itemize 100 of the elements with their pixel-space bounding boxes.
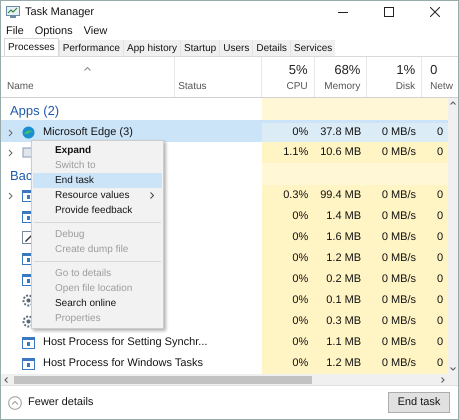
menu-item[interactable]: View xyxy=(84,22,108,40)
cpu-cell: 0% xyxy=(262,123,316,142)
menu-item[interactable]: End task xyxy=(33,173,162,188)
memory-cell: 1.4 MB xyxy=(315,206,368,227)
disk-cell: 0 MB/s xyxy=(368,123,424,142)
usage-cell xyxy=(423,163,448,185)
column-header[interactable]: Disk xyxy=(396,79,416,94)
process-name: Host Process for Windows Tasks xyxy=(43,356,203,372)
usage-percent: 0 xyxy=(430,60,438,78)
window-icon xyxy=(22,336,35,348)
cpu-cell: 0% xyxy=(262,248,316,269)
tab[interactable]: Services xyxy=(290,40,336,56)
disk-cell: 0 MB/s xyxy=(368,142,424,163)
memory-cell: 1.2 MB xyxy=(315,353,368,374)
cpu-cell: 0% xyxy=(262,332,316,353)
tab[interactable]: Performance xyxy=(58,40,123,56)
close-icon xyxy=(430,7,440,17)
network-cell: 0 xyxy=(423,206,448,227)
cpu-cell: 0.3% xyxy=(262,185,316,206)
chevron-right-icon[interactable] xyxy=(8,128,13,136)
usage-percent: 1% xyxy=(396,60,416,78)
group-header: Bac xyxy=(10,169,32,182)
menu-item[interactable]: File xyxy=(6,22,24,40)
cpu-cell: 0% xyxy=(262,290,316,311)
memory-cell: 0.3 MB xyxy=(315,311,368,332)
memory-cell: 0.1 MB xyxy=(315,290,368,311)
chevron-right-icon[interactable] xyxy=(8,192,13,200)
menu-item: Debug xyxy=(54,228,86,242)
cpu-cell: 0% xyxy=(262,227,316,248)
window-icon xyxy=(22,358,35,370)
disk-cell: 0 MB/s xyxy=(368,290,424,311)
group-header: Apps (2) xyxy=(10,104,60,117)
network-cell: 0 xyxy=(423,269,448,290)
disk-cell: 0 MB/s xyxy=(368,227,424,248)
menu-item[interactable]: Provide feedback xyxy=(33,203,162,218)
menu-item: Open file location xyxy=(54,282,134,296)
menu-item[interactable]: Expand xyxy=(33,143,162,158)
tab[interactable]: Startup xyxy=(180,40,220,56)
network-cell: 0 xyxy=(423,123,448,142)
disk-cell: 0 MB/s xyxy=(368,353,424,374)
menu-item: Go to details xyxy=(54,267,112,281)
horizontal-scrollbar[interactable] xyxy=(1,374,458,385)
usage-cell xyxy=(262,163,316,185)
disk-cell: 0 MB/s xyxy=(368,206,424,227)
network-cell: 0 xyxy=(423,227,448,248)
scroll-up-icon[interactable] xyxy=(450,101,456,105)
menu-item: Create dump file xyxy=(54,243,130,257)
cpu-cell: 0% xyxy=(262,311,316,332)
disk-cell: 0 MB/s xyxy=(368,332,424,353)
tab[interactable]: Details xyxy=(252,40,290,56)
menu-item: Properties xyxy=(54,312,102,326)
network-cell: 0 xyxy=(423,353,448,374)
menu-item[interactable]: Options xyxy=(34,22,73,40)
memory-cell: 37.8 MB xyxy=(315,123,368,142)
scroll-right-icon[interactable] xyxy=(441,376,445,382)
column-header[interactable]: Status xyxy=(178,79,207,94)
disk-cell: 0 MB/s xyxy=(368,311,424,332)
network-cell: 0 xyxy=(423,142,448,163)
tab[interactable]: App history xyxy=(122,40,180,56)
tab[interactable]: Processes xyxy=(4,38,59,56)
network-cell: 0 xyxy=(423,311,448,332)
scrollbar-thumb[interactable] xyxy=(14,376,312,384)
scroll-down-icon[interactable] xyxy=(450,367,456,371)
cpu-cell: 0% xyxy=(262,353,316,374)
vertical-scrollbar[interactable] xyxy=(448,98,458,374)
network-cell: 0 xyxy=(423,185,448,206)
column-header[interactable]: CPU xyxy=(286,79,308,94)
menu-item[interactable]: Resource values xyxy=(33,188,162,203)
memory-cell: 1.2 MB xyxy=(315,248,368,269)
usage-percent: 5% xyxy=(288,60,308,78)
disk-cell: 0 MB/s xyxy=(368,185,424,206)
memory-cell: 0.2 MB xyxy=(315,269,368,290)
task-manager-icon xyxy=(6,6,20,18)
memory-cell: 99.4 MB xyxy=(315,185,368,206)
usage-cell xyxy=(423,98,448,120)
collapse-icon[interactable] xyxy=(8,396,22,410)
usage-cell xyxy=(262,98,316,120)
memory-cell: 10.6 MB xyxy=(315,142,368,163)
memory-cell: 1.6 MB xyxy=(315,227,368,248)
cpu-cell: 0% xyxy=(262,269,316,290)
network-cell: 0 xyxy=(423,332,448,353)
column-header[interactable]: Memory xyxy=(324,79,360,94)
menu-item[interactable]: Search online xyxy=(33,296,162,311)
maximize-icon xyxy=(384,7,394,17)
browser-icon xyxy=(22,126,35,139)
end-task-button[interactable]: End task xyxy=(388,392,450,413)
memory-cell: 1.1 MB xyxy=(315,332,368,353)
network-cell: 0 xyxy=(423,248,448,269)
process-name: Host Process for Setting Synchr... xyxy=(43,335,208,350)
fewer-details-button[interactable]: Fewer details xyxy=(28,394,94,411)
cpu-cell: 1.1% xyxy=(262,142,316,163)
usage-percent: 68% xyxy=(334,60,360,78)
column-header[interactable]: Netw xyxy=(430,79,458,94)
column-header[interactable]: Name xyxy=(7,79,174,94)
sort-up-icon[interactable] xyxy=(84,67,91,71)
chevron-right-icon[interactable] xyxy=(8,148,13,156)
scroll-left-icon[interactable] xyxy=(4,376,8,382)
network-cell: 0 xyxy=(423,290,448,311)
window-title: Task Manager xyxy=(25,4,94,20)
tab[interactable]: Users xyxy=(219,40,252,56)
